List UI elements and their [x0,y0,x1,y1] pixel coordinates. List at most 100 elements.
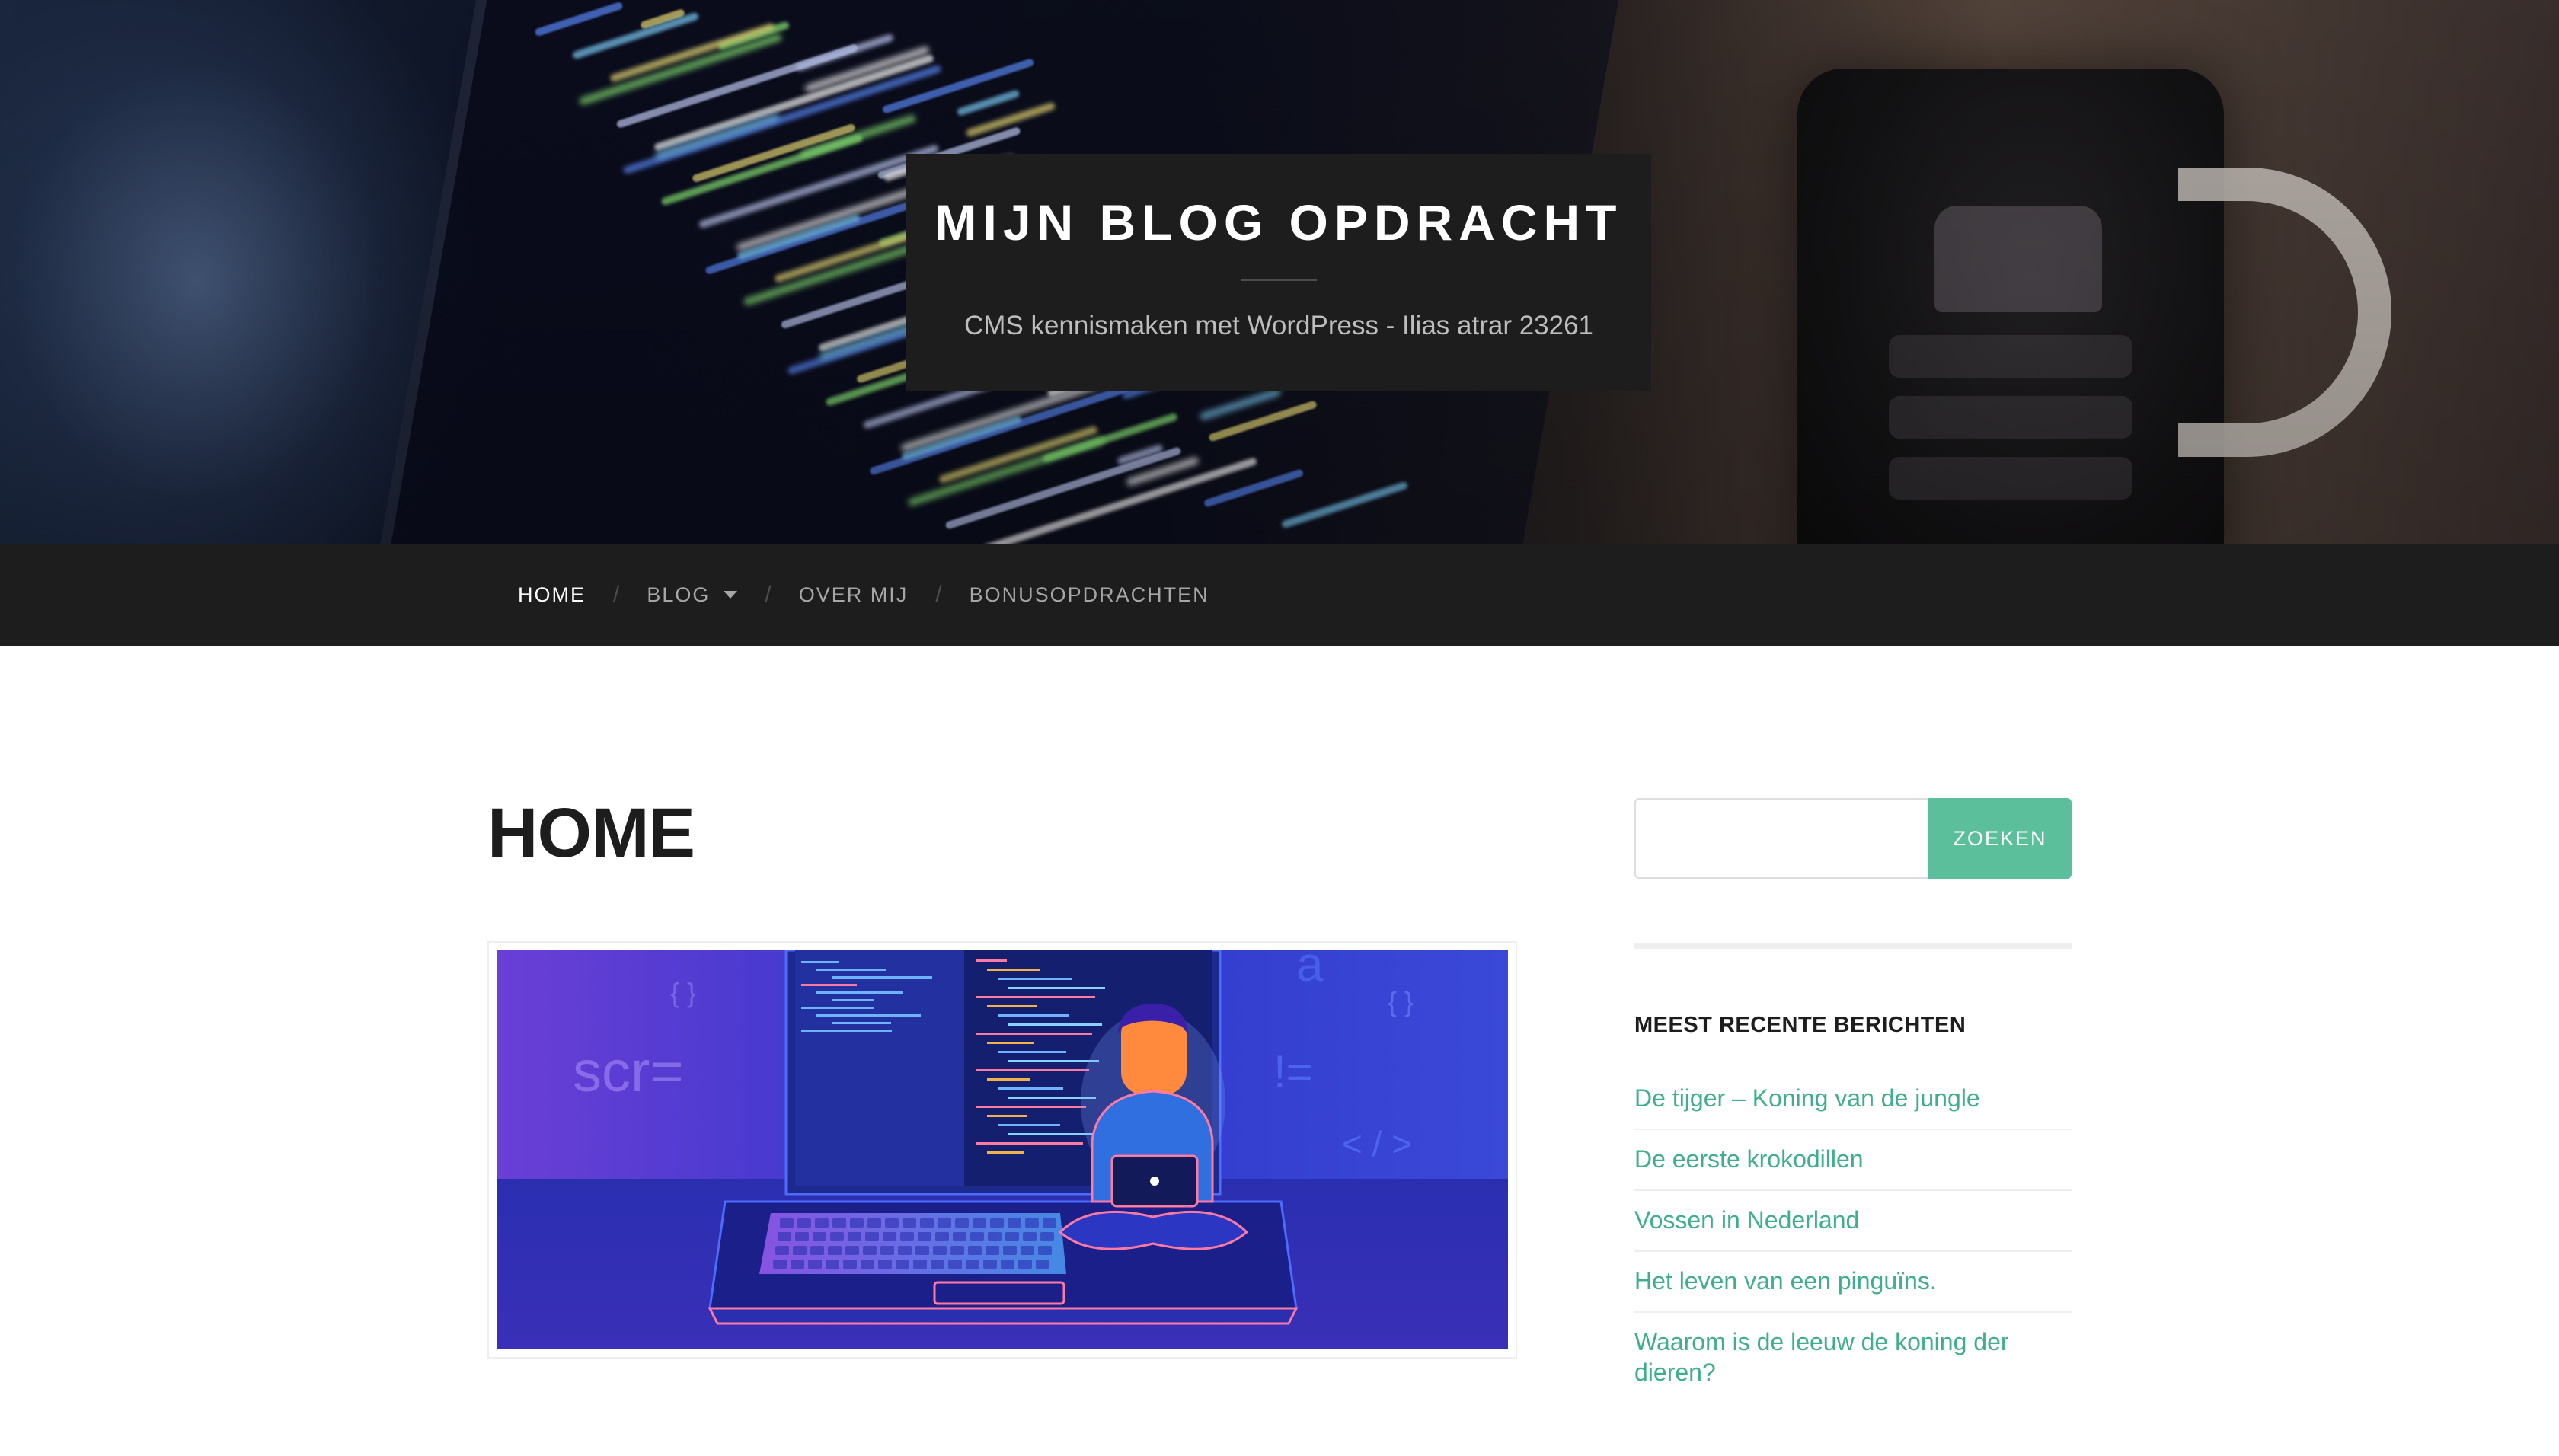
nav-separator: / [613,582,620,607]
list-item: De eerste krokodillen [1634,1130,2072,1191]
keyboard-key [931,1260,944,1269]
recent-posts-title: MEEST RECENTE BERICHTEN [1634,1013,1966,1037]
nav-item-label: BLOG [647,583,711,606]
featured-image: scr= { } { } != < / > a [487,941,1517,1359]
keyboard-key [1043,1218,1056,1228]
screen-code-line [987,1078,1030,1081]
keyboard-key [1040,1232,1054,1241]
keyboard-key [1001,1260,1014,1269]
keyboard-key [843,1260,857,1269]
keyboard-key [986,1246,999,1255]
keyboard-key [913,1260,927,1269]
keyboard-key [865,1232,879,1241]
code-text: != [1273,1046,1313,1097]
keyboard-key [773,1260,787,1269]
recent-post-link[interactable]: De eerste krokodillen [1634,1145,1864,1173]
keyboard-key [948,1260,962,1269]
keyboard-key [810,1246,824,1255]
keyboard-key [918,1232,931,1241]
screen-code-line [987,1042,1034,1044]
screen-code-line [987,1151,1024,1154]
list-item: De tijger – Koning van de jungle [1634,1069,2072,1130]
site-title[interactable]: MIJN BLOG OPDRACHT [906,193,1651,251]
site-title-box: MIJN BLOG OPDRACHT CMS kennismaken met W… [906,154,1651,391]
keyboard-key [990,1218,1004,1228]
nav-separator: / [935,582,942,607]
screen-code-line [987,1005,1037,1007]
keyboard-key [775,1246,789,1255]
screen-code-line [976,1142,1083,1145]
keyboard-key [903,1218,916,1228]
screen-code-line [832,999,874,1001]
keyboard-key [813,1232,826,1241]
keyboard-key [935,1232,949,1241]
screen-code-line [1008,987,1105,989]
screen-code-line [1008,1133,1093,1135]
screen-code-line [801,1007,874,1009]
keyboard-key [878,1260,892,1269]
screen-code-line [976,959,1007,962]
keyboard-key [1036,1260,1049,1269]
nav-item-over-mij[interactable]: OVER MIJ [799,583,909,607]
list-item: Vossen in Nederland [1634,1191,2072,1252]
screen-code-line [816,969,886,971]
screen-code-line [976,1106,1086,1108]
screen-code-line [1008,1023,1102,1026]
keyboard-key [938,1218,951,1228]
keyboard-key [845,1246,859,1255]
recent-post-link[interactable]: Het leven van een pinguïns. [1634,1267,1937,1295]
keyboard-key [950,1246,964,1255]
code-text: a [1296,950,1324,991]
nav-item-blog[interactable]: BLOG [647,583,738,607]
keyboard-key [898,1246,912,1255]
keyboard-key [832,1218,846,1228]
list-item: Waarom is de leeuw de koning der dieren? [1634,1313,2072,1403]
keyboard-key [966,1260,979,1269]
keyboard-key [863,1246,877,1255]
nav-item-bonusopdrachten[interactable]: BONUSOPDRACHTEN [970,583,1209,607]
keyboard-key [815,1218,829,1228]
screen-code-line [987,969,1040,971]
keyboard-key [1021,1246,1034,1255]
developer-illustration: scr= { } { } != < / > a [497,950,1508,1349]
page-title: HOME [487,794,695,872]
keyboard-key [1038,1246,1052,1255]
screen-code-line [976,1033,1092,1035]
screen-code-line [998,1087,1063,1090]
nav-item-label: BONUSOPDRACHTEN [969,583,1209,606]
keyboard-key [850,1218,864,1228]
chevron-down-icon[interactable] [724,591,738,599]
screen-code-line [832,976,932,979]
keyboard-key [955,1218,969,1228]
screen-code-line [976,996,1095,998]
keyboard-key [883,1232,896,1241]
recent-post-link[interactable]: Vossen in Nederland [1634,1206,1859,1234]
main-navigation: HOME / BLOG / OVER MIJ / BONUSOPDRACHTEN [0,544,2559,646]
search-button[interactable]: ZOEKEN [1928,798,2072,879]
recent-post-link[interactable]: Waarom is de leeuw de koning der dieren? [1634,1328,2009,1386]
site-header: MIJN BLOG OPDRACHT CMS kennismaken met W… [0,0,2559,544]
screen-code-line [998,1014,1069,1017]
nav-item-label: HOME [518,583,586,606]
keyboard-key [880,1246,894,1255]
screen-code-line [998,1124,1060,1126]
keyboard-key [1005,1232,1019,1241]
keyboard-key [970,1232,984,1241]
code-text: scr= [573,1039,684,1104]
nav-item-home[interactable]: HOME [518,583,586,607]
keyboard-key [826,1260,839,1269]
screen-code-line [1008,1060,1099,1062]
code-text: { } [670,977,696,1008]
keyboard-key [1003,1246,1017,1255]
screen-code-line [987,1115,1027,1117]
screen-code-line [816,991,903,994]
widget-divider [1634,943,2072,949]
keyboard-key [915,1246,929,1255]
search-input[interactable] [1634,798,1930,879]
screen-code-line [998,978,1072,980]
keyboard-key [1008,1218,1021,1228]
recent-post-link[interactable]: De tijger – Koning van de jungle [1634,1084,1980,1112]
keyboard-key [791,1260,804,1269]
keyboard-key [793,1246,807,1255]
keyboard-key [828,1246,842,1255]
